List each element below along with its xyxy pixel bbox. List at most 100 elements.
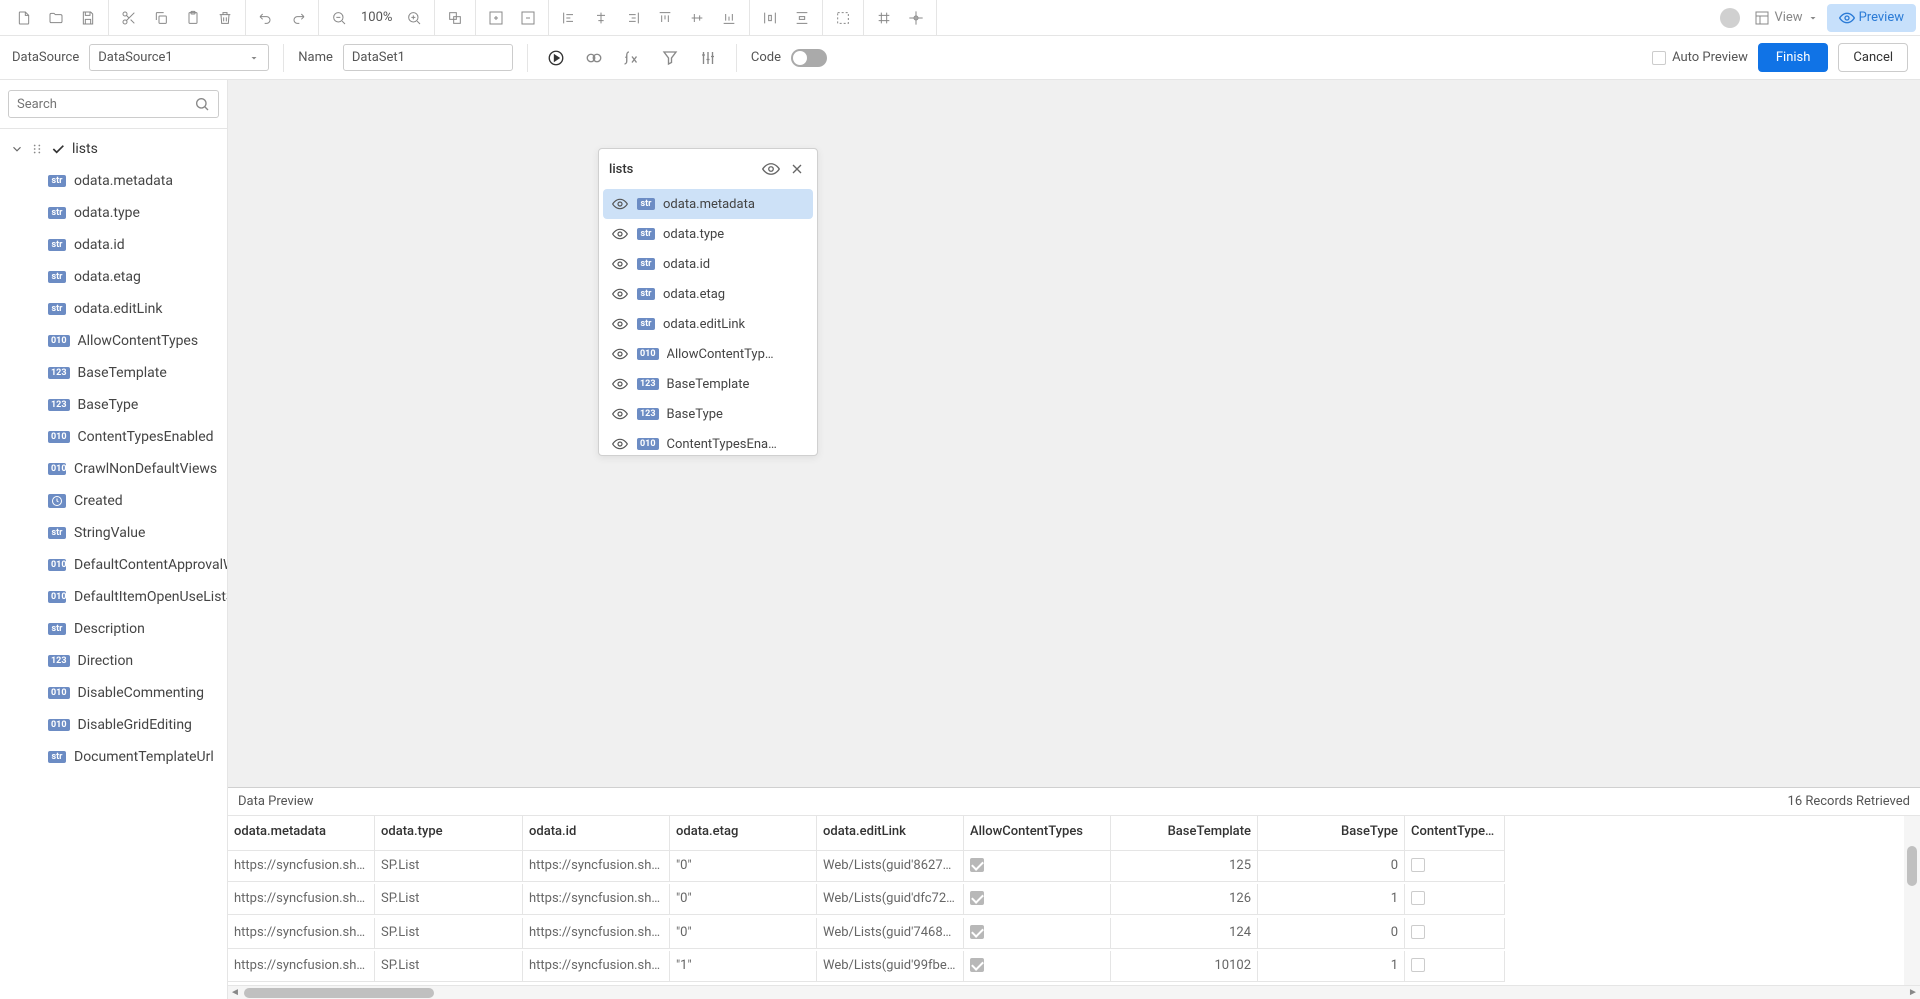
type-badge: 010 — [637, 438, 659, 450]
tree-item[interactable]: 010ContentTypesEnabled — [0, 421, 227, 453]
dataset-name-input[interactable] — [343, 44, 513, 71]
eye-icon[interactable] — [611, 225, 629, 243]
column-header[interactable]: ContentTypesE — [1405, 816, 1505, 851]
insert-left-icon[interactable] — [482, 4, 510, 32]
redo-icon[interactable] — [284, 4, 312, 32]
finish-button[interactable]: Finish — [1758, 43, 1829, 72]
column-header[interactable]: BaseType — [1258, 816, 1405, 851]
tree-item[interactable]: strodata.type — [0, 197, 227, 229]
horizontal-scrollbar[interactable]: ◄ ► — [228, 985, 1920, 999]
search-input[interactable] — [8, 90, 219, 118]
delete-icon[interactable] — [211, 4, 239, 32]
column-header[interactable]: odata.editLink — [817, 816, 964, 851]
column-header[interactable]: odata.etag — [670, 816, 817, 851]
play-icon[interactable] — [542, 44, 570, 72]
align-left-icon[interactable] — [555, 4, 583, 32]
eye-icon[interactable] — [761, 159, 781, 179]
zoom-in-icon[interactable] — [400, 4, 428, 32]
distribute-v-icon[interactable] — [788, 4, 816, 32]
align-center-h-icon[interactable] — [587, 4, 615, 32]
eye-icon[interactable] — [611, 315, 629, 333]
popup-item[interactable]: str odata.id — [603, 249, 813, 279]
cancel-button[interactable]: Cancel — [1838, 43, 1908, 72]
type-badge: 123 — [48, 399, 70, 411]
copy-icon[interactable] — [147, 4, 175, 32]
open-icon[interactable] — [42, 4, 70, 32]
eye-icon[interactable] — [611, 435, 629, 453]
table-cell: 0 — [1258, 851, 1405, 882]
paste-icon[interactable] — [179, 4, 207, 32]
column-header[interactable]: odata.id — [523, 816, 670, 851]
align-middle-icon[interactable] — [683, 4, 711, 32]
checkbox — [970, 891, 984, 905]
new-file-icon[interactable] — [10, 4, 38, 32]
tree-item[interactable]: strDescription — [0, 613, 227, 645]
tree-item[interactable]: 010AllowContentTypes — [0, 325, 227, 357]
popup-item[interactable]: str odata.metadata — [603, 189, 813, 219]
eye-icon[interactable] — [611, 195, 629, 213]
tree-item[interactable]: 123BaseTemplate — [0, 357, 227, 389]
popup-item[interactable]: 123 BaseTemplate — [603, 369, 813, 399]
tree-item[interactable]: 010CrawlNonDefaultViews — [0, 453, 227, 485]
insert-right-icon[interactable] — [514, 4, 542, 32]
datasource-select[interactable]: DataSource1 — [89, 44, 269, 71]
snap-guides-icon[interactable] — [902, 4, 930, 32]
eye-icon[interactable] — [611, 285, 629, 303]
popup-item[interactable]: 123 BaseType — [603, 399, 813, 429]
popup-item[interactable]: str odata.type — [603, 219, 813, 249]
column-header[interactable]: odata.metadata — [228, 816, 375, 851]
tree-item[interactable]: strodata.editLink — [0, 293, 227, 325]
type-badge: str — [637, 288, 655, 300]
column-header[interactable]: odata.type — [375, 816, 523, 851]
auto-preview-checkbox[interactable]: Auto Preview — [1652, 50, 1748, 65]
eye-icon[interactable] — [611, 375, 629, 393]
data-preview-grid[interactable]: odata.metadataodata.typeodata.idodata.et… — [228, 816, 1904, 985]
popup-item[interactable]: str odata.etag — [603, 279, 813, 309]
popup-item[interactable]: 010 AllowContentTyp… — [603, 339, 813, 369]
align-bottom-icon[interactable] — [715, 4, 743, 32]
popup-item[interactable]: 010 ContentTypesEna… — [603, 429, 813, 455]
tree-root-lists[interactable]: lists — [0, 133, 227, 165]
zoom-out-icon[interactable] — [325, 4, 353, 32]
tree-item[interactable]: strodata.id — [0, 229, 227, 261]
cut-icon[interactable] — [115, 4, 143, 32]
user-avatar[interactable] — [1720, 8, 1740, 28]
align-right-icon[interactable] — [619, 4, 647, 32]
eye-icon[interactable] — [611, 345, 629, 363]
filter-icon[interactable] — [656, 44, 684, 72]
selection-icon[interactable] — [829, 4, 857, 32]
tree-item[interactable]: strDocumentTemplateUrl — [0, 741, 227, 773]
tree-item[interactable]: 123BaseType — [0, 389, 227, 421]
preview-button[interactable]: Preview — [1827, 4, 1916, 32]
snap-grid-icon[interactable] — [870, 4, 898, 32]
type-badge: 123 — [48, 655, 70, 667]
distribute-h-icon[interactable] — [756, 4, 784, 32]
layers-icon[interactable] — [441, 4, 469, 32]
tree-item[interactable]: 010DisableGridEditing — [0, 709, 227, 741]
tree-item[interactable]: strStringValue — [0, 517, 227, 549]
tree-item[interactable]: 010DefaultContentApprovalW — [0, 549, 227, 581]
tree-item[interactable]: strodata.etag — [0, 261, 227, 293]
chevron-down-icon — [10, 142, 24, 156]
tree-item[interactable]: 010DefaultItemOpenUseListS — [0, 581, 227, 613]
save-icon[interactable] — [74, 4, 102, 32]
eye-icon[interactable] — [611, 255, 629, 273]
close-icon[interactable] — [787, 159, 807, 179]
design-canvas[interactable]: lists str odata.metadata str odata.type … — [228, 80, 1920, 999]
view-dropdown[interactable]: View — [1746, 10, 1826, 26]
tree-item[interactable]: 123Direction — [0, 645, 227, 677]
code-toggle[interactable] — [791, 49, 827, 67]
tree-item[interactable]: 010DisableCommenting — [0, 677, 227, 709]
tree-item[interactable]: strodata.metadata — [0, 165, 227, 197]
column-header[interactable]: AllowContentTypes — [964, 816, 1111, 851]
column-header[interactable]: BaseTemplate — [1111, 816, 1258, 851]
sliders-icon[interactable] — [694, 44, 722, 72]
eye-icon[interactable] — [611, 405, 629, 423]
undo-icon[interactable] — [252, 4, 280, 32]
link-icon[interactable] — [580, 44, 608, 72]
tree-item[interactable]: Created — [0, 485, 227, 517]
fx-icon[interactable] — [618, 44, 646, 72]
vertical-scrollbar[interactable] — [1904, 816, 1920, 985]
popup-item[interactable]: str odata.editLink — [603, 309, 813, 339]
align-top-icon[interactable] — [651, 4, 679, 32]
